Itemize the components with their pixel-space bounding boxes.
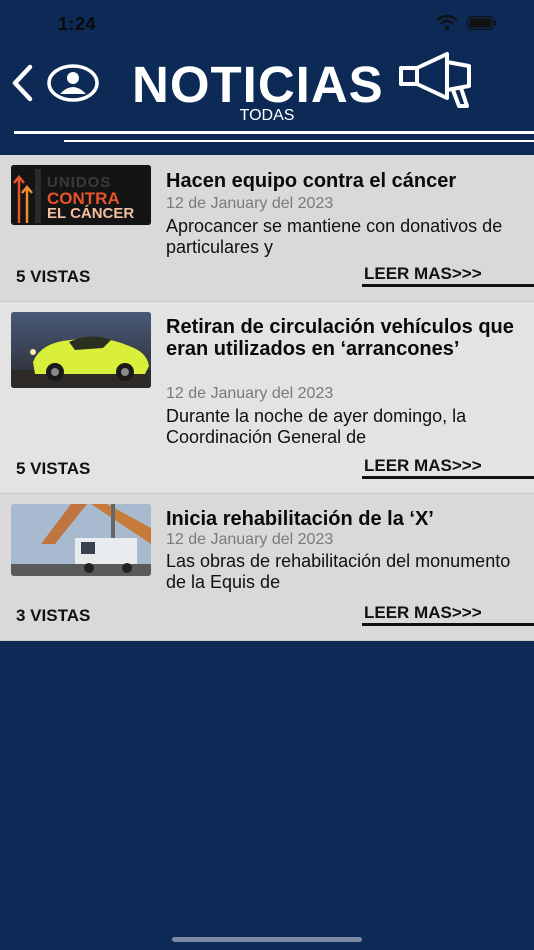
header-divider-secondary <box>64 140 534 142</box>
read-more-link[interactable]: LEER MAS>>> <box>364 603 482 623</box>
article-title[interactable]: Inicia rehabilitación de la ‘X’ <box>166 508 526 530</box>
read-more-underline <box>362 476 534 479</box>
article-excerpt: Durante la noche de ayer domingo, la Coo… <box>166 406 467 447</box>
article-thumbnail[interactable]: UNIDOS CONTRA EL CÁNCER <box>11 165 151 225</box>
news-list: UNIDOS CONTRA EL CÁNCER Hacen equipo con… <box>0 155 534 641</box>
article-title[interactable]: Hacen equipo contra el cáncer <box>166 170 526 192</box>
home-indicator[interactable] <box>172 937 362 942</box>
article-thumbnail[interactable] <box>11 504 151 576</box>
status-bar: 1:24 <box>0 0 534 44</box>
header-divider <box>14 131 534 134</box>
article-excerpt: Las obras de rehabilitación del monument… <box>166 551 511 592</box>
megaphone-icon <box>399 52 471 108</box>
battery-icon <box>467 16 497 30</box>
news-card[interactable]: Retiran de circulación vehículos que era… <box>0 302 534 494</box>
news-card[interactable]: UNIDOS CONTRA EL CÁNCER Hacen equipo con… <box>0 155 534 302</box>
article-excerpt: Aprocancer se mantiene con donativos de … <box>166 216 503 257</box>
article-thumbnail[interactable] <box>11 312 151 388</box>
user-icon[interactable] <box>47 64 99 102</box>
read-more-underline <box>362 284 534 287</box>
app-header: NOTICIAS TODAS <box>0 44 534 144</box>
article-date: 12 de January del 2023 <box>166 195 334 212</box>
news-card[interactable]: Inicia rehabilitación de la ‘X’ 12 de Ja… <box>0 494 534 641</box>
back-chevron-icon[interactable] <box>10 64 34 102</box>
article-views: 5 VISTAS <box>16 459 91 478</box>
thumbnail-line-3: EL CÁNCER <box>47 205 135 222</box>
car-photo <box>11 312 151 388</box>
read-more-link[interactable]: LEER MAS>>> <box>364 456 482 476</box>
article-date: 12 de January del 2023 <box>166 385 334 402</box>
monument-photo <box>11 504 151 576</box>
read-more-underline <box>362 623 534 626</box>
status-time: 1:24 <box>58 14 97 34</box>
article-views: 5 VISTAS <box>16 267 91 286</box>
wifi-icon <box>436 15 458 31</box>
page-subtitle: TODAS <box>239 107 295 124</box>
article-title[interactable]: Retiran de circulación vehículos que era… <box>166 316 526 360</box>
read-more-link[interactable]: LEER MAS>>> <box>364 264 482 284</box>
article-views: 3 VISTAS <box>16 606 91 625</box>
article-date: 12 de January del 2023 <box>166 531 334 548</box>
